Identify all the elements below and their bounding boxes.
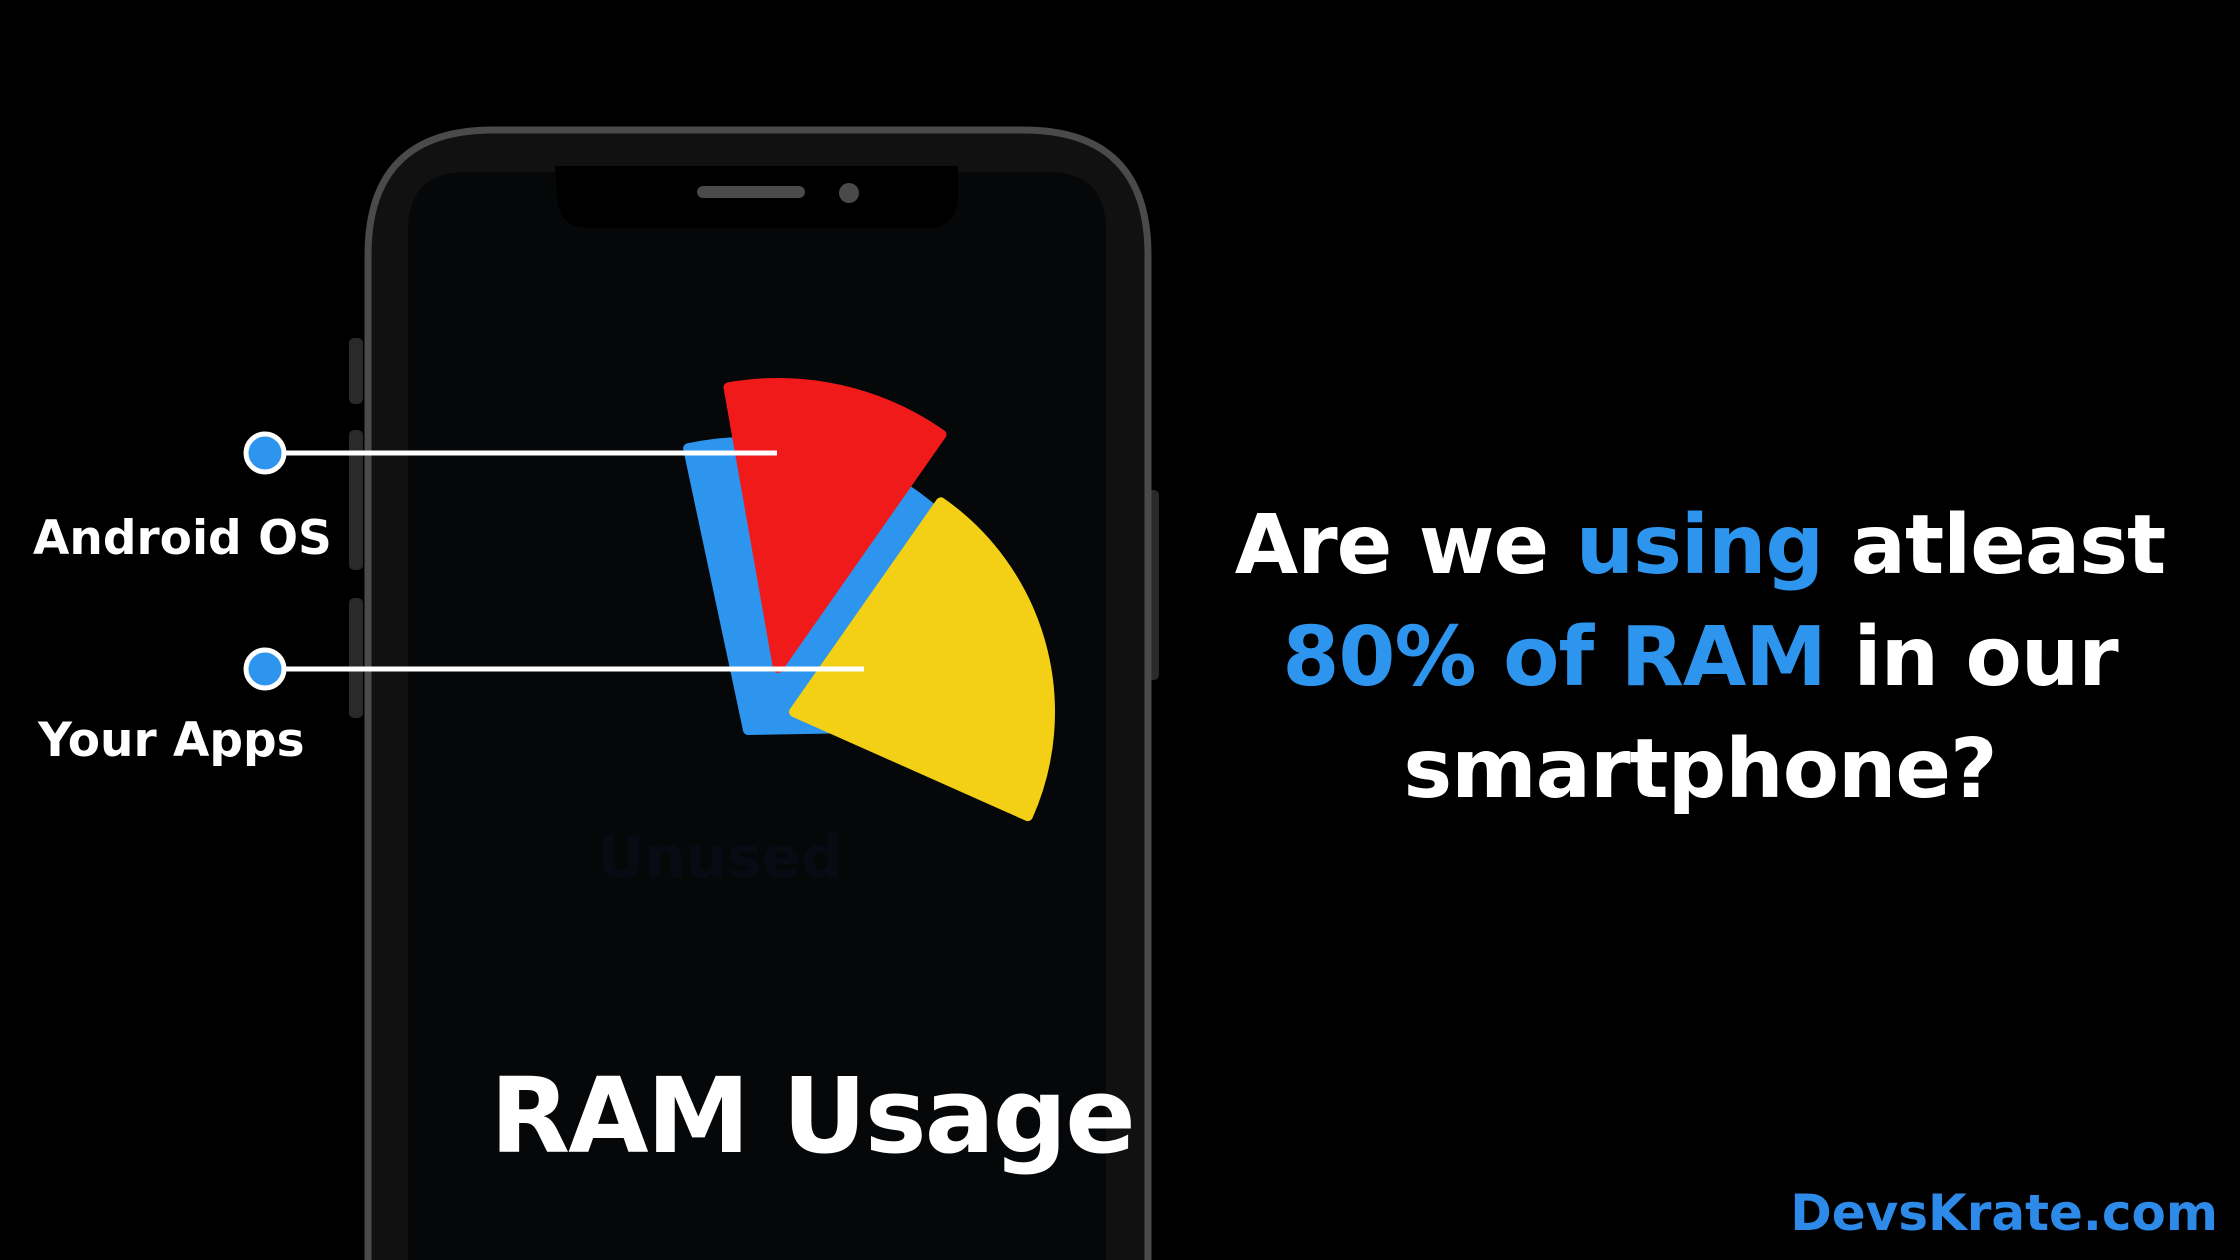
phone-volume-button-1 (349, 338, 363, 404)
callout-dot-your-apps (243, 647, 287, 691)
phone-volume-button-3 (349, 598, 363, 718)
headline-text: Are we (1234, 498, 1576, 593)
headline: Are we using atleast 80% of RAM in our s… (1180, 490, 2220, 826)
headline-line-2: 80% of RAM in our (1180, 602, 2220, 714)
phone-camera (839, 183, 859, 203)
brand-watermark: DevsKrate.com (1790, 1184, 2218, 1242)
headline-highlight: using (1575, 498, 1824, 593)
callout-label-your-apps: Your Apps (38, 713, 305, 768)
pie-label-unused: Unused (597, 823, 842, 891)
headline-text: in our (1825, 610, 2118, 705)
headline-highlight: 80% of RAM (1282, 610, 1827, 705)
headline-text: atleast (1823, 498, 2167, 593)
callout-dot-android-os (243, 431, 287, 475)
headline-line-1: Are we using atleast (1180, 490, 2220, 602)
phone-caption: RAM Usage (490, 1055, 1136, 1177)
phone-speaker (697, 186, 805, 198)
callout-label-android-os: Android OS (33, 511, 332, 566)
headline-line-3: smartphone? (1403, 722, 1997, 817)
